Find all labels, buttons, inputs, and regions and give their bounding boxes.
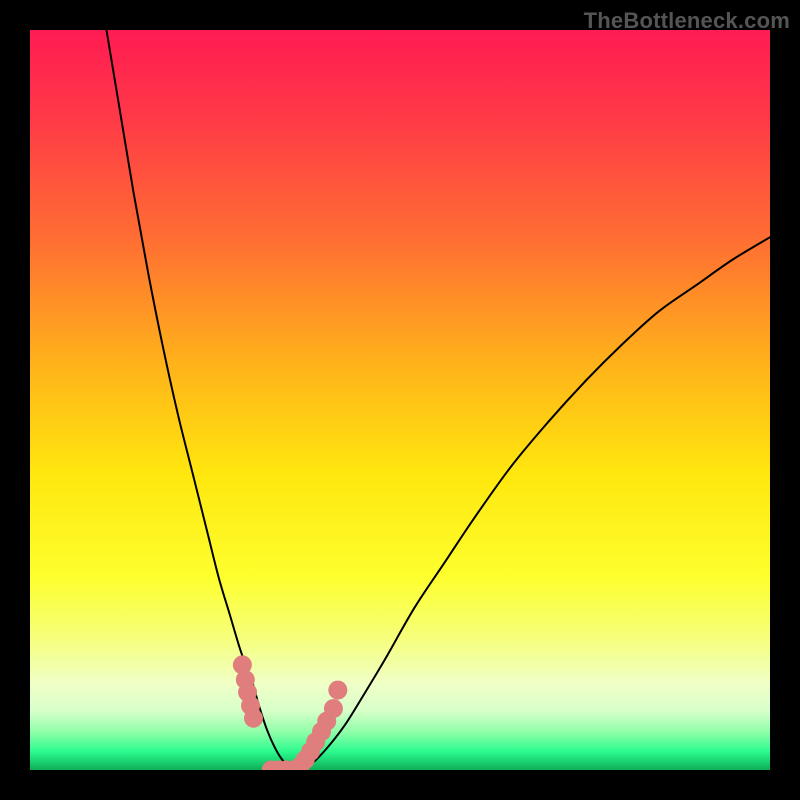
chart-stage: { "watermark": { "text": "TheBottleneck.…: [0, 0, 800, 800]
watermark-text: TheBottleneck.com: [584, 8, 790, 34]
marker-dot: [244, 709, 263, 728]
marker-dot: [328, 681, 347, 700]
marker-dot: [324, 699, 343, 718]
chart-svg: [0, 0, 800, 800]
plot-background: [30, 30, 770, 770]
